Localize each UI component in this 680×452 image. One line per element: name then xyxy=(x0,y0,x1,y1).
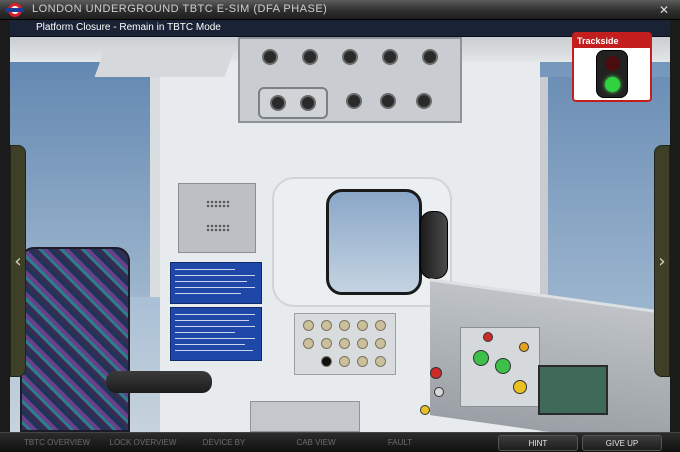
ceiling-panel xyxy=(94,47,236,77)
pushbutton[interactable] xyxy=(375,320,386,331)
frame-left xyxy=(0,20,10,432)
signal-head xyxy=(596,50,628,98)
overhead-switch-panel xyxy=(238,37,462,123)
toolbar-lock-overview: LOCK OVERVIEW xyxy=(109,438,177,447)
pushbutton[interactable] xyxy=(339,338,350,349)
switch-supply[interactable] xyxy=(302,49,318,65)
window-latch-handle[interactable] xyxy=(420,211,448,279)
green-button[interactable] xyxy=(473,350,489,366)
trackside-signal-panel: Trackside xyxy=(572,32,652,102)
switch-tail-lights[interactable] xyxy=(262,49,278,65)
red-button[interactable] xyxy=(430,367,442,379)
turn-left-arrow[interactable]: ‹ xyxy=(10,145,26,377)
yellow-button[interactable] xyxy=(420,405,430,415)
pushbutton[interactable] xyxy=(339,356,350,367)
title-bar: LONDON UNDERGROUND TBTC E-SIM (DFA PHASE… xyxy=(0,0,680,20)
toolbar-cab-view: CAB VIEW xyxy=(296,438,336,447)
pushbutton[interactable] xyxy=(375,338,386,349)
pushbutton[interactable] xyxy=(357,320,368,331)
give-up-button[interactable]: GIVE UP xyxy=(582,435,662,451)
console-display xyxy=(538,365,608,415)
speaker-grille-panel xyxy=(178,183,256,253)
pushbutton[interactable] xyxy=(357,356,368,367)
close-button[interactable]: ✕ xyxy=(656,2,672,18)
speaker-grille xyxy=(206,224,230,232)
rotary-switch-3[interactable] xyxy=(416,93,432,109)
toolbar-fault: FAULT xyxy=(387,438,413,447)
yellow-button[interactable] xyxy=(513,380,527,394)
hint-button[interactable]: HINT xyxy=(498,435,578,451)
rotary-switch-2[interactable] xyxy=(380,93,396,109)
window-title: LONDON UNDERGROUND TBTC E-SIM (DFA PHASE… xyxy=(32,3,328,15)
green-button[interactable] xyxy=(495,358,511,374)
blue-notice-upper xyxy=(170,262,262,304)
inset-switch-group xyxy=(258,87,328,119)
signal-green-lamp xyxy=(605,77,620,92)
pushbutton[interactable] xyxy=(375,356,386,367)
switch-windscreen[interactable] xyxy=(382,49,398,65)
switch-traction-2[interactable] xyxy=(300,95,316,111)
switch-traction-1[interactable] xyxy=(270,95,286,111)
turn-right-arrow[interactable]: › xyxy=(654,145,670,377)
cab-view-scene[interactable]: ‹ › xyxy=(10,37,670,432)
seat-armrest xyxy=(106,371,212,393)
pushbutton[interactable] xyxy=(339,320,350,331)
pushbutton[interactable] xyxy=(321,320,332,331)
rotary-switch-1[interactable] xyxy=(346,93,362,109)
toolbar-device: DEVICE BY xyxy=(202,438,246,447)
switch-air[interactable] xyxy=(422,49,438,65)
bottom-toolbar: TBTC OVERVIEW LOCK OVERVIEW DEVICE BY CA… xyxy=(0,432,680,452)
frame-right xyxy=(670,20,680,432)
pushbutton[interactable] xyxy=(321,338,332,349)
scenario-title: Platform Closure - Remain in TBTC Mode xyxy=(36,22,221,33)
trackside-label: Trackside xyxy=(574,34,650,48)
blue-notice-lower xyxy=(170,307,262,361)
signal-red-lamp xyxy=(605,56,620,71)
red-button[interactable] xyxy=(483,332,493,342)
toolbar-tbtc-overview: TBTC OVERVIEW xyxy=(23,438,91,447)
amber-button[interactable] xyxy=(519,342,529,352)
pushbutton-black[interactable] xyxy=(321,356,332,367)
driver-seat xyxy=(20,247,130,432)
white-button[interactable] xyxy=(434,387,444,397)
pushbutton[interactable] xyxy=(357,338,368,349)
pushbutton-panel xyxy=(294,313,396,375)
cab-door-window xyxy=(326,189,422,295)
scenario-bar: Platform Closure - Remain in TBTC Mode xyxy=(10,20,670,37)
switch-screen[interactable] xyxy=(342,49,358,65)
lower-desk-panel xyxy=(250,401,360,432)
pushbutton[interactable] xyxy=(303,338,314,349)
console-control-panel xyxy=(460,327,540,407)
underground-roundel-bar xyxy=(6,8,24,12)
pushbutton[interactable] xyxy=(303,320,314,331)
speaker-grille xyxy=(206,200,230,208)
